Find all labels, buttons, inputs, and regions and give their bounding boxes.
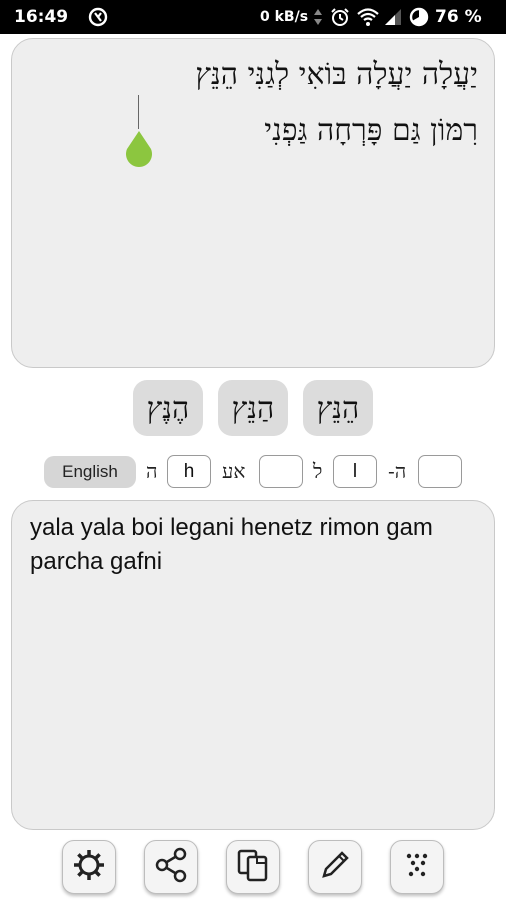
transliteration-text-area[interactable]: yala yala boi legani henetz rimon gam pa…: [11, 500, 495, 830]
text-cursor: [138, 95, 139, 129]
status-time: 16:49: [14, 7, 69, 27]
battery-percent: 76 %: [435, 7, 482, 27]
mapping-hebrew-1: ה: [146, 459, 158, 483]
dots-icon: [399, 847, 435, 887]
net-speed: 0 kB/s: [260, 9, 309, 25]
mapping-hebrew-4: ה-: [388, 459, 407, 483]
copy-button[interactable]: [226, 840, 280, 894]
mapping-hebrew-3: ל: [313, 459, 323, 483]
signal-icon: [383, 7, 403, 27]
hebrew-line-2: רִמּוֹן גַּם פָּרְחָה גַּפְנִי: [264, 113, 478, 148]
wifi-icon: [357, 7, 379, 27]
suggestion-button-2[interactable]: הַנֵּץ: [218, 380, 288, 436]
suggestion-button-3[interactable]: הֵנֵּץ: [303, 380, 373, 436]
app-icon: [88, 7, 108, 27]
alarm-icon: [330, 7, 350, 27]
settings-icon: [71, 847, 107, 887]
status-bar: 16:49 0 kB/s 76 %: [0, 0, 506, 34]
mapping-field-4[interactable]: [418, 455, 462, 488]
copy-icon: [235, 847, 271, 887]
hebrew-line-1: יַעֲלָה יַעֲלָה בּוֹאִי לְגַנִּי הֵנֵּץ: [195, 57, 478, 92]
mapping-hebrew-2: אע: [222, 459, 246, 483]
edit-button[interactable]: [308, 840, 362, 894]
mapping-field-2[interactable]: [259, 455, 303, 488]
share-button[interactable]: [144, 840, 198, 894]
settings-button[interactable]: [62, 840, 116, 894]
transliteration-text: yala yala boi legani henetz rimon gam pa…: [30, 514, 433, 575]
share-icon: [153, 847, 189, 887]
hebrew-text-area[interactable]: יַעֲלָה יַעֲלָה בּוֹאִי לְגַנִּי הֵנֵּץ …: [11, 38, 495, 368]
cursor-handle-icon[interactable]: [125, 131, 153, 169]
mapping-field-1[interactable]: h: [167, 455, 211, 488]
dots-button[interactable]: [390, 840, 444, 894]
hebrew-text: יַעֲלָה יַעֲלָה בּוֹאִי לְגַנִּי הֵנֵּץ …: [28, 47, 478, 159]
suggestion-button-1[interactable]: הֶנֶּץ: [133, 380, 203, 436]
data-arrows-icon: [313, 8, 323, 26]
mapping-field-3[interactable]: l: [333, 455, 377, 488]
edit-icon: [317, 847, 353, 887]
english-button[interactable]: English: [44, 456, 136, 488]
battery-icon: [409, 7, 429, 27]
